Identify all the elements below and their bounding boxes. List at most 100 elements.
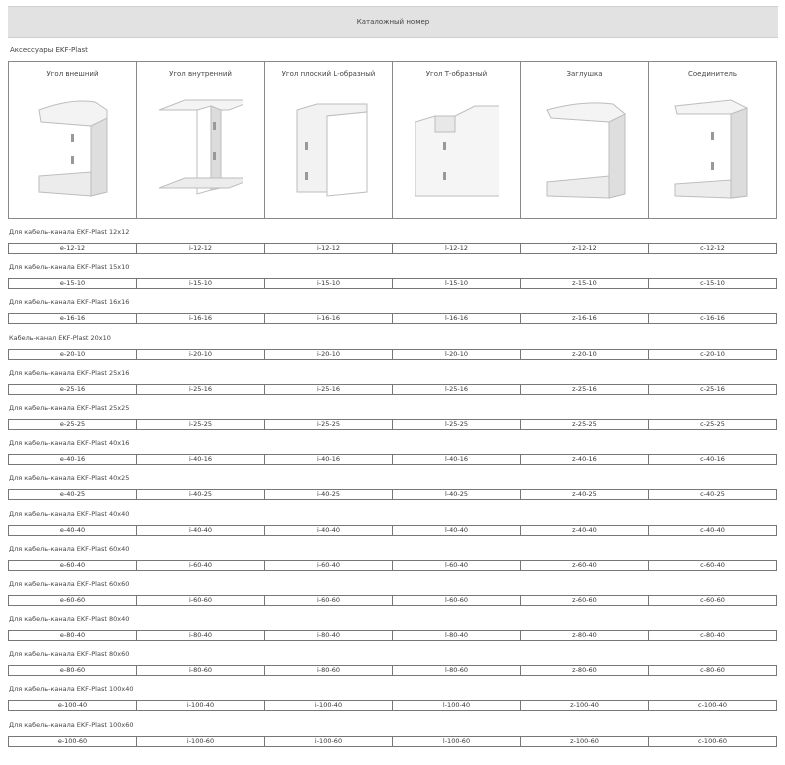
catalog-code-cell: i-60-40 bbox=[265, 560, 393, 570]
catalog-code-cell: i-100-40 bbox=[137, 701, 265, 711]
table-row: e-40-40 i-40-40 i-40-40 l-40-40 z-40-40 c-40-… bbox=[8, 524, 777, 536]
catalog-code-cell: c-100-60 bbox=[698, 736, 727, 745]
catalog-code-cell: z-15-10 bbox=[521, 279, 649, 289]
catalog-code-cell: z-20-10 bbox=[521, 349, 649, 359]
catalog-code-cell: i-80-60 bbox=[137, 666, 265, 676]
catalog-code-cell: e-25-25 bbox=[9, 419, 137, 429]
section-label: Кабель-канал EKF-Plast 20х10 bbox=[9, 333, 111, 342]
catalog-code-cell: i-16-16 bbox=[137, 314, 265, 324]
table-row: e-40-16 i-40-16 i-40-16 l-40-16 z-40-16 c-40-… bbox=[8, 454, 777, 466]
catalog-code-cell: c-60-40 bbox=[700, 560, 725, 569]
catalog-code-cell: e-80-40 bbox=[9, 631, 137, 641]
catalog-code-cell: c-16-16 bbox=[700, 314, 725, 323]
catalog-code-cell: i-16-16 bbox=[265, 314, 393, 324]
t-corner-image bbox=[415, 105, 499, 197]
catalog-code-cell: i-15-10 bbox=[137, 279, 265, 289]
table-row: e-20-10 i-20-10 i-20-10 l-20-10 z-20-10 c-20-… bbox=[8, 348, 777, 360]
product-name: Соединитель bbox=[688, 70, 737, 78]
catalog-code-cell: z-100-40 bbox=[521, 701, 649, 711]
catalog-code-cell: i-60-40 bbox=[137, 560, 265, 570]
header-title: Каталожный номер bbox=[356, 18, 430, 26]
catalog-code-cell: i-40-25 bbox=[265, 490, 393, 500]
catalog-code-cell: i-25-16 bbox=[265, 384, 393, 394]
catalog-code-cell: z-25-16 bbox=[521, 384, 649, 394]
catalog-section: Для кабель-канала EKF-Plast 40х40 e-40-40… bbox=[8, 504, 778, 539]
table-row: e-80-60 i-80-60 i-80-60 l-80-60 z-80-60 c-80-… bbox=[8, 665, 777, 677]
catalog-code-cell: l-25-16 bbox=[393, 384, 521, 394]
catalog-code-cell: i-40-25 bbox=[137, 490, 265, 500]
catalog-code-cell: l-60-40 bbox=[393, 560, 521, 570]
catalog-code-cell: e-20-10 bbox=[9, 349, 137, 359]
catalog-code-cell: c-12-12 bbox=[700, 244, 725, 252]
catalog-code-cell: z-40-40 bbox=[521, 525, 649, 535]
catalog-number-header: Каталожный номер bbox=[8, 6, 778, 38]
catalog-code-cell: e-60-60 bbox=[9, 595, 137, 605]
product-name: Заглушка bbox=[566, 70, 603, 78]
catalog-code-cell: l-40-40 bbox=[393, 525, 521, 535]
catalog-code-cell: i-60-60 bbox=[137, 595, 265, 605]
catalog-code-cell: c-60-60 bbox=[700, 595, 725, 604]
section-label: Для кабель-канала EKF-Plast 60х60 bbox=[9, 579, 130, 588]
table-row: e-60-60 i-60-60 i-60-60 l-60-60 z-60-60 c-60-… bbox=[8, 594, 777, 606]
catalog-code-cell: i-40-16 bbox=[137, 455, 265, 465]
catalog-code-cell: z-60-60 bbox=[521, 595, 649, 605]
catalog-code-cell: c-25-16 bbox=[700, 384, 725, 393]
catalog-code-cell: l-20-10 bbox=[393, 349, 521, 359]
table-row: e-16-16 i-16-16 i-16-16 l-16-16 z-16-16 c-16-… bbox=[8, 313, 777, 325]
catalog-code-cell: l-40-16 bbox=[393, 455, 521, 465]
catalog-sections: Для кабель-канала EKF-Plast 12х12 e-12-12… bbox=[8, 222, 778, 750]
table-row: e-15-10 i-15-10 i-15-10 l-15-10 z-15-10 c-15-… bbox=[8, 278, 777, 290]
catalog-code-cell: i-80-40 bbox=[265, 631, 393, 641]
catalog-code-cell: l-15-10 bbox=[393, 279, 521, 289]
catalog-code-cell: i-80-60 bbox=[265, 666, 393, 676]
section-label: Для кабель-канала EKF-Plast 25х16 bbox=[9, 368, 130, 377]
catalog-code-cell: e-25-16 bbox=[9, 384, 137, 394]
catalog-code-cell: i-20-10 bbox=[137, 349, 265, 359]
catalog-code-cell: l-80-40 bbox=[393, 631, 521, 641]
catalog-code-cell: i-25-25 bbox=[265, 419, 393, 429]
product-grid: Угол внешний Угол внутренний Угол плоски… bbox=[8, 61, 777, 219]
catalog-code-cell: z-80-40 bbox=[521, 631, 649, 641]
catalog-code-cell: c-80-40 bbox=[700, 631, 725, 640]
catalog-code-cell: i-25-25 bbox=[137, 419, 265, 429]
internal-corner-image bbox=[159, 99, 243, 195]
section-label: Для кабель-канала EKF-Plast 60х40 bbox=[9, 544, 130, 553]
catalog-code-cell: l-100-40 bbox=[393, 701, 521, 711]
section-label: Для кабель-канала EKF-Plast 80х40 bbox=[9, 615, 130, 624]
catalog-code-cell: z-25-25 bbox=[521, 419, 649, 429]
catalog-code-cell: l-40-25 bbox=[393, 490, 521, 500]
catalog-code-cell: e-40-40 bbox=[9, 525, 137, 535]
catalog-code-cell: l-80-60 bbox=[393, 666, 521, 676]
catalog-code-cell: z-40-25 bbox=[521, 490, 649, 500]
catalog-code-cell: e-60-40 bbox=[9, 560, 137, 570]
table-row: e-40-25 i-40-25 i-40-25 l-40-25 z-40-25 c-40-… bbox=[8, 489, 777, 501]
catalog-code-cell: i-100-60 bbox=[137, 736, 265, 746]
table-row: e-12-12 i-12-12 i-12-12 l-12-12 z-12-12 c-12-… bbox=[8, 243, 777, 254]
catalog-code-cell: c-25-25 bbox=[700, 419, 725, 428]
section-label: Для кабель-канала EKF-Plast 40х25 bbox=[9, 474, 130, 483]
catalog-section: Для кабель-канала EKF-Plast 12х12 e-12-12… bbox=[8, 222, 778, 257]
catalog-code-cell: i-20-10 bbox=[265, 349, 393, 359]
catalog-code-cell: l-16-16 bbox=[393, 314, 521, 324]
table-row: e-80-40 i-80-40 i-80-40 l-80-40 z-80-40 c-80-… bbox=[8, 630, 777, 642]
table-row: e-60-40 i-60-40 i-60-40 l-60-40 z-60-40 c-60-… bbox=[8, 559, 777, 571]
catalog-code-cell: c-15-10 bbox=[700, 279, 725, 288]
catalog-code-cell: i-15-10 bbox=[265, 279, 393, 289]
end-cap-image bbox=[546, 102, 626, 199]
table-row: e-25-25 i-25-25 i-25-25 l-25-25 z-25-25 c-25-… bbox=[8, 418, 777, 430]
catalog-code-cell: c-100-40 bbox=[698, 701, 727, 710]
catalog-code-cell: z-40-16 bbox=[521, 455, 649, 465]
catalog-section: Для кабель-канала EKF-Plast 40х16 e-40-16… bbox=[8, 433, 778, 468]
catalog-section: Для кабель-канала EKF-Plast 80х60 e-80-60… bbox=[8, 644, 778, 679]
catalog-code-cell: i-40-40 bbox=[265, 525, 393, 535]
section-label: Для кабель-канала EKF-Plast 12х12 bbox=[9, 228, 130, 236]
product-name: Угол Т-образный bbox=[425, 70, 488, 78]
catalog-section: Для кабель-канала EKF-Plast 60х60 e-60-60… bbox=[8, 574, 778, 609]
catalog-code-cell: i-40-16 bbox=[265, 455, 393, 465]
catalog-code-cell: i-25-16 bbox=[137, 384, 265, 394]
catalog-code-cell: i-60-60 bbox=[265, 595, 393, 605]
product-name: Угол внешний bbox=[46, 70, 99, 78]
table-row: e-25-16 i-25-16 i-25-16 l-25-16 z-25-16 c-25-… bbox=[8, 383, 777, 395]
section-label: Для кабель-канала EKF-Plast 100х40 bbox=[9, 685, 134, 694]
catalog-section: Для кабель-канала EKF-Plast 80х40 e-80-40… bbox=[8, 609, 778, 644]
